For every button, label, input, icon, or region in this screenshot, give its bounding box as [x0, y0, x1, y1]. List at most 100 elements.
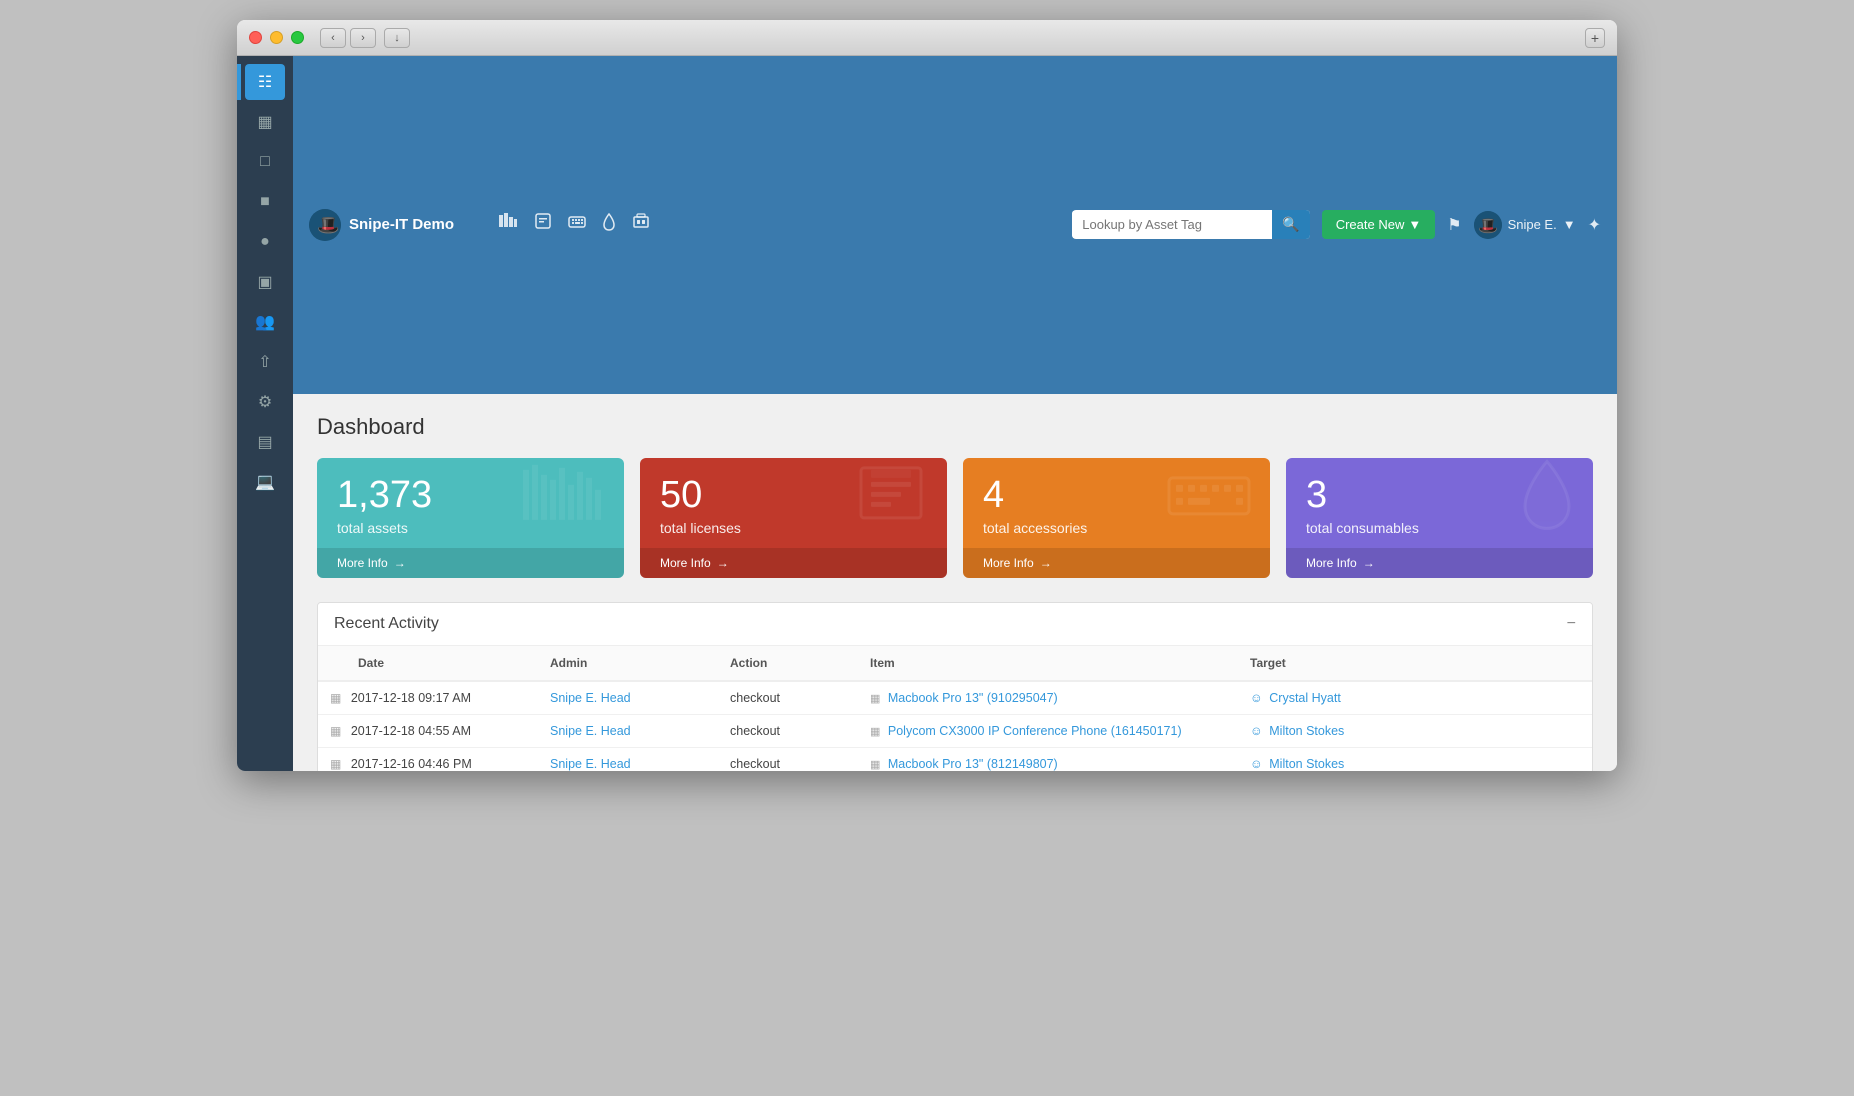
item-link[interactable]: Macbook Pro 13" (812149807)	[888, 757, 1058, 771]
assets-more-info[interactable]: More Info →	[317, 548, 624, 578]
sidebar-item-accessories[interactable]: ■	[245, 184, 285, 220]
assets-card-icon	[518, 459, 608, 542]
assets-more-info-arrow: →	[394, 556, 406, 570]
consumables-card-icon	[1517, 458, 1577, 544]
upload-icon: ⇧	[258, 352, 271, 372]
user-menu[interactable]: 🎩 Snipe E. ▼	[1474, 211, 1576, 239]
app-logo[interactable]: 🎩 Snipe-IT Demo	[309, 209, 454, 241]
row-date: ▦ 2017-12-16 04:46 PM	[318, 747, 538, 771]
sidebar-item-laptop[interactable]: 💻	[245, 464, 285, 500]
recent-activity-panel: Recent Activity − Date Admin Action Item…	[317, 602, 1593, 772]
sidebar-item-settings[interactable]: ⚙	[245, 384, 285, 420]
create-new-button[interactable]: Create New ▼	[1322, 210, 1436, 239]
sidebar-item-licenses[interactable]: □	[245, 144, 285, 180]
create-new-label: Create New	[1336, 217, 1405, 232]
close-button[interactable]	[249, 31, 262, 44]
gear-icon: ⚙	[258, 392, 272, 412]
row-item: ▦ Macbook Pro 13" (910295047)	[858, 681, 1238, 715]
activity-title: Recent Activity	[334, 615, 439, 633]
row-action: checkout	[718, 681, 858, 715]
row-date: ▦ 2017-12-18 09:17 AM	[318, 681, 538, 715]
consumables-more-info-text: More Info	[1306, 556, 1357, 570]
col-admin: Admin	[538, 646, 718, 681]
consumables-more-info[interactable]: More Info →	[1286, 548, 1593, 578]
asset-tag-search[interactable]: 🔍	[1072, 210, 1309, 239]
main-content: Dashboard 1,373 total assets	[293, 394, 1617, 772]
download-button[interactable]: ↓	[384, 28, 410, 48]
sidebar-item-reports[interactable]: ▤	[245, 424, 285, 460]
assets-nav-icon[interactable]	[498, 212, 518, 237]
item-link[interactable]: Macbook Pro 13" (910295047)	[888, 691, 1058, 705]
accessories-nav-icon[interactable]	[568, 212, 586, 237]
row-admin: Snipe E. Head	[538, 747, 718, 771]
row-target: ☺ Milton Stokes	[1238, 747, 1592, 771]
sidebar-item-users[interactable]: 👥	[245, 304, 285, 340]
table-row: ▦ 2017-12-18 04:55 AM Snipe E. Head chec…	[318, 714, 1592, 747]
item-barcode-icon: ▦	[870, 693, 880, 705]
svg-text:🎩: 🎩	[317, 215, 339, 235]
item-link[interactable]: Polycom CX3000 IP Conference Phone (1614…	[888, 724, 1182, 738]
table-row: ▦ 2017-12-18 09:17 AM Snipe E. Head chec…	[318, 681, 1592, 715]
minimize-button[interactable]	[270, 31, 283, 44]
back-button[interactable]: ‹	[320, 28, 346, 48]
sidebar-item-upload[interactable]: ⇧	[245, 344, 285, 380]
forward-button[interactable]: ›	[350, 28, 376, 48]
item-barcode-icon: ▦	[870, 759, 880, 771]
components-nav-icon[interactable]	[632, 212, 650, 237]
licenses-more-info-arrow: →	[717, 556, 729, 570]
accessories-more-info-text: More Info	[983, 556, 1034, 570]
sidebar-item-consumables[interactable]: ●	[245, 224, 285, 260]
flag-button[interactable]: ⚑	[1447, 215, 1461, 235]
barcode-icon: ▦	[330, 691, 341, 705]
row-date: ▦ 2017-12-18 04:55 AM	[318, 714, 538, 747]
row-target: ☺ Milton Stokes	[1238, 714, 1592, 747]
app-body: ☷ ▦ □ ■ ● ▣ 👥 ⇧ ⚙	[237, 56, 1617, 771]
row-admin: Snipe E. Head	[538, 714, 718, 747]
logo-avatar: 🎩	[309, 209, 341, 241]
search-submit-button[interactable]: 🔍	[1272, 210, 1309, 239]
admin-link[interactable]: Snipe E. Head	[550, 757, 631, 771]
sidebar-item-dashboard[interactable]: ☷	[245, 64, 285, 100]
maximize-button[interactable]	[291, 31, 304, 44]
consumables-nav-icon[interactable]	[602, 212, 616, 237]
sidebar-item-components[interactable]: ▣	[245, 264, 285, 300]
target-link[interactable]: Crystal Hyatt	[1269, 691, 1341, 705]
user-icon: ☺	[1250, 691, 1263, 705]
licenses-more-info[interactable]: More Info →	[640, 548, 947, 578]
asset-tag-input[interactable]	[1072, 211, 1272, 238]
table-row: ▦ 2017-12-16 04:46 PM Snipe E. Head chec…	[318, 747, 1592, 771]
collapse-button[interactable]: −	[1567, 615, 1576, 633]
top-navigation: 🎩 Snipe-IT Demo	[293, 56, 1617, 394]
row-admin: Snipe E. Head	[538, 681, 718, 715]
stat-card-licenses: 50 total licenses Mo	[640, 458, 947, 578]
item-barcode-icon: ▦	[870, 726, 880, 738]
user-name: Snipe E.	[1508, 217, 1557, 232]
target-link[interactable]: Milton Stokes	[1269, 757, 1344, 771]
assets-more-info-text: More Info	[337, 556, 388, 570]
create-new-caret: ▼	[1408, 217, 1421, 232]
users-icon: 👥	[255, 312, 275, 332]
add-tab-button[interactable]: +	[1585, 28, 1605, 48]
content-area: 🎩 Snipe-IT Demo	[293, 56, 1617, 771]
accessories-icon: ■	[260, 193, 270, 211]
laptop-icon: 💻	[255, 472, 275, 492]
page-title: Dashboard	[317, 414, 1593, 440]
row-action: checkout	[718, 714, 858, 747]
sidebar-item-assets[interactable]: ▦	[245, 104, 285, 140]
target-link[interactable]: Milton Stokes	[1269, 724, 1344, 738]
table-header-row: Date Admin Action Item Target	[318, 646, 1592, 681]
stat-card-consumables: 3 total consumables More Info →	[1286, 458, 1593, 578]
row-target: ☺ Crystal Hyatt	[1238, 681, 1592, 715]
share-button[interactable]: ✦	[1588, 215, 1601, 235]
col-item: Item	[858, 646, 1238, 681]
title-bar: ‹ › ↓ +	[237, 20, 1617, 56]
accessories-card-icon	[1164, 459, 1254, 542]
stat-card-assets: 1,373 total assets	[317, 458, 624, 578]
admin-link[interactable]: Snipe E. Head	[550, 724, 631, 738]
stats-grid: 1,373 total assets	[317, 458, 1593, 578]
licenses-nav-icon[interactable]	[534, 212, 552, 237]
admin-link[interactable]: Snipe E. Head	[550, 691, 631, 705]
accessories-more-info[interactable]: More Info →	[963, 548, 1270, 578]
barcode-icon: ▦	[330, 724, 341, 738]
consumables-more-info-arrow: →	[1363, 556, 1375, 570]
